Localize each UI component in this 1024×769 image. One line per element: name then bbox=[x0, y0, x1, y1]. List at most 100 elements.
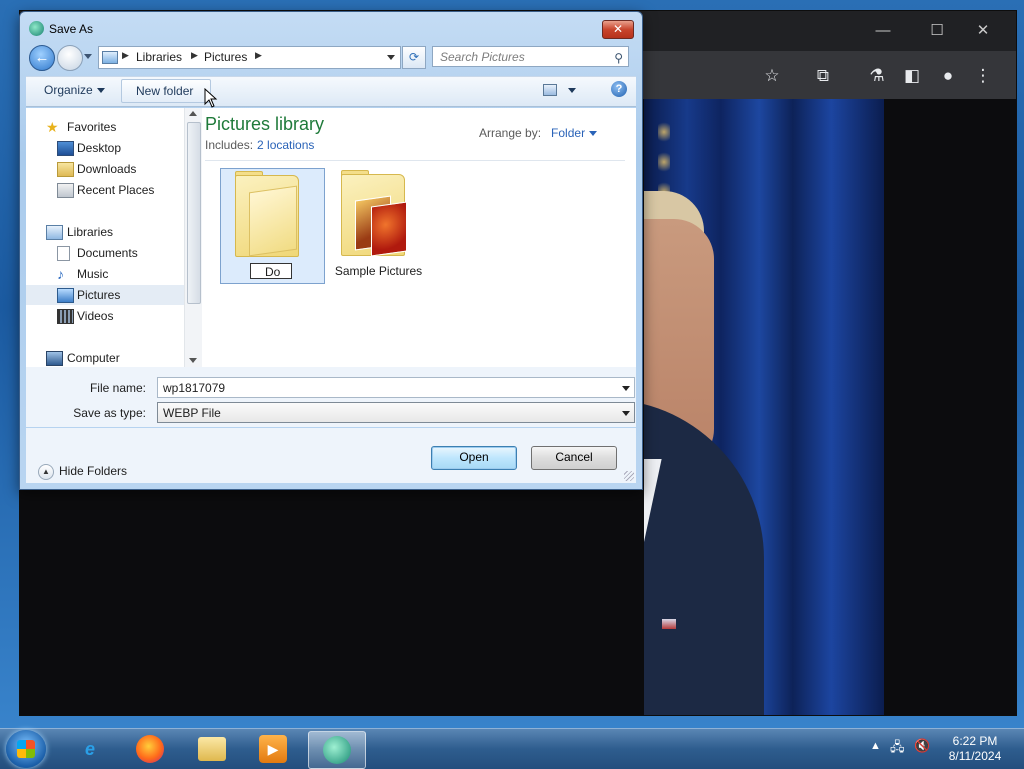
new-folder-label: New folder bbox=[136, 84, 194, 98]
cancel-button[interactable]: Cancel bbox=[531, 446, 617, 470]
taskbar: e ▶ ▲ 🖧 🔇 6:22 PM 8/11/2024 bbox=[0, 728, 1024, 769]
recent-pages-dropdown-icon[interactable] bbox=[84, 54, 92, 59]
dialog-title: Save As bbox=[49, 22, 94, 36]
taskbar-explorer[interactable] bbox=[184, 731, 240, 767]
dialog-footer: ▲ Hide Folders Open Cancel bbox=[26, 428, 636, 483]
open-button[interactable]: Open bbox=[431, 446, 517, 470]
nav-desktop-label: Desktop bbox=[77, 141, 122, 155]
address-dropdown-icon[interactable] bbox=[387, 55, 395, 60]
mouse-cursor-icon bbox=[204, 88, 218, 108]
save-as-type-value: WEBP File bbox=[163, 406, 221, 420]
back-arrow-icon[interactable]: ← bbox=[29, 45, 55, 71]
save-as-type-select[interactable]: WEBP File bbox=[157, 402, 635, 423]
nav-computer[interactable]: Computer bbox=[26, 348, 184, 367]
arrange-value: Folder bbox=[551, 126, 586, 140]
music-note-icon: ♪ bbox=[57, 266, 64, 282]
labs-flask-icon[interactable]: ⚗ bbox=[866, 65, 888, 87]
file-name-input[interactable]: wp1817079 bbox=[157, 377, 635, 398]
nav-recent-places[interactable]: Recent Places bbox=[26, 180, 184, 200]
save-as-dialog: Save As ✕ ← ▶ Libraries ▶ Pictures ▶ ⟳ S… bbox=[19, 11, 643, 490]
nav-music-label: Music bbox=[77, 267, 109, 281]
chevron-down-icon[interactable] bbox=[622, 386, 630, 391]
taskbar-media-player[interactable]: ▶ bbox=[245, 731, 301, 767]
forward-arrow-icon[interactable] bbox=[57, 45, 83, 71]
documents-icon bbox=[57, 246, 70, 261]
taskbar-firefox[interactable] bbox=[122, 731, 178, 767]
minimize-icon[interactable]: — bbox=[872, 21, 894, 41]
sample-pictures-folder[interactable]: Sample Pictures bbox=[327, 168, 430, 282]
file-name-label: File name: bbox=[89, 381, 146, 395]
nav-videos[interactable]: Videos bbox=[26, 306, 184, 326]
arrange-by-dropdown[interactable]: Folder bbox=[551, 126, 598, 140]
nav-libraries-label: Libraries bbox=[67, 225, 114, 239]
windows-logo-icon bbox=[17, 740, 35, 758]
divider bbox=[205, 160, 625, 161]
change-view-icon[interactable] bbox=[543, 84, 557, 96]
clock-date: 8/11/2024 bbox=[948, 749, 1002, 763]
chevron-down-icon[interactable] bbox=[622, 411, 630, 416]
help-icon[interactable]: ? bbox=[611, 81, 627, 97]
organize-button[interactable]: Organize bbox=[44, 83, 105, 97]
profile-avatar-icon[interactable]: ● bbox=[937, 65, 959, 87]
scroll-down-icon[interactable] bbox=[189, 358, 197, 363]
pictures-icon bbox=[57, 288, 74, 303]
breadcrumb-chevron-icon[interactable]: ▶ bbox=[255, 50, 262, 61]
nav-music[interactable]: ♪ Music bbox=[26, 264, 184, 284]
file-fields: File name: wp1817079 Save as type: WEBP … bbox=[26, 367, 636, 427]
flag-pin-icon bbox=[662, 619, 676, 629]
arrange-label: Arrange by: bbox=[479, 126, 542, 140]
clock-time: 6:22 PM bbox=[952, 734, 998, 748]
downloads-folder-icon bbox=[57, 162, 74, 177]
maximize-icon[interactable]: ☐ bbox=[926, 21, 948, 41]
network-icon[interactable]: 🖧 bbox=[890, 738, 905, 760]
hide-folders-button[interactable]: ▲ Hide Folders bbox=[38, 464, 127, 480]
videos-icon bbox=[57, 309, 74, 324]
scroll-thumb[interactable] bbox=[187, 122, 201, 304]
breadcrumb-libraries[interactable]: Libraries bbox=[136, 50, 182, 64]
start-button[interactable] bbox=[6, 730, 46, 768]
file-list-pane: Pictures library Includes: 2 locations Ar… bbox=[202, 108, 636, 367]
new-folder-item[interactable]: Do bbox=[220, 168, 325, 284]
view-options-dropdown-icon[interactable] bbox=[568, 88, 576, 93]
locations-link[interactable]: 2 locations bbox=[257, 138, 314, 152]
taskbar-internet-explorer[interactable]: e bbox=[62, 731, 118, 767]
rename-input[interactable]: Do bbox=[250, 263, 292, 279]
bookmark-star-icon[interactable]: ☆ bbox=[761, 65, 783, 87]
nav-recent-label: Recent Places bbox=[77, 183, 155, 197]
close-icon[interactable]: ✕ bbox=[972, 21, 994, 41]
star-icon: ★ bbox=[46, 119, 59, 135]
nav-libraries[interactable]: Libraries bbox=[26, 222, 184, 242]
nav-scrollbar[interactable] bbox=[184, 108, 202, 367]
show-hidden-icons-icon[interactable]: ▲ bbox=[870, 740, 881, 752]
side-panel-icon[interactable]: ◧ bbox=[901, 65, 923, 87]
menu-kebab-icon[interactable]: ⋮ bbox=[972, 65, 994, 87]
scroll-up-icon[interactable] bbox=[189, 111, 197, 116]
nav-documents[interactable]: Documents bbox=[26, 243, 184, 263]
search-input[interactable]: Search Pictures ⚲ bbox=[432, 46, 629, 67]
refresh-icon[interactable]: ⟳ bbox=[402, 46, 426, 69]
breadcrumb-chevron-icon[interactable]: ▶ bbox=[191, 50, 198, 61]
command-bar: Organize New folder ? bbox=[26, 76, 636, 107]
breadcrumb-pictures[interactable]: Pictures bbox=[204, 50, 247, 64]
web-image bbox=[644, 99, 884, 715]
address-bar[interactable]: ▶ Libraries ▶ Pictures ▶ bbox=[98, 46, 401, 69]
internet-explorer-icon: e bbox=[84, 739, 95, 759]
new-folder-button[interactable]: New folder bbox=[121, 79, 211, 103]
nav-pictures[interactable]: Pictures bbox=[26, 285, 184, 305]
breadcrumb-chevron-icon[interactable]: ▶ bbox=[122, 50, 129, 61]
extensions-icon[interactable]: ⧉ bbox=[812, 65, 834, 87]
search-icon: ⚲ bbox=[614, 51, 623, 65]
library-includes: Includes: 2 locations bbox=[205, 138, 314, 152]
nav-downloads[interactable]: Downloads bbox=[26, 159, 184, 179]
volume-muted-icon[interactable]: 🔇 bbox=[914, 738, 930, 754]
taskbar-active-app[interactable] bbox=[308, 731, 366, 769]
dialog-close-button[interactable]: ✕ bbox=[602, 20, 634, 39]
nav-computer-label: Computer bbox=[67, 351, 120, 365]
nav-videos-label: Videos bbox=[77, 309, 114, 323]
nav-desktop[interactable]: Desktop bbox=[26, 138, 184, 158]
desktop-icon bbox=[57, 141, 74, 156]
app-icon bbox=[29, 21, 44, 36]
system-clock[interactable]: 6:22 PM 8/11/2024 bbox=[940, 734, 1010, 764]
resize-grip-icon[interactable] bbox=[624, 471, 634, 481]
nav-favorites[interactable]: ★ Favorites bbox=[26, 117, 184, 137]
